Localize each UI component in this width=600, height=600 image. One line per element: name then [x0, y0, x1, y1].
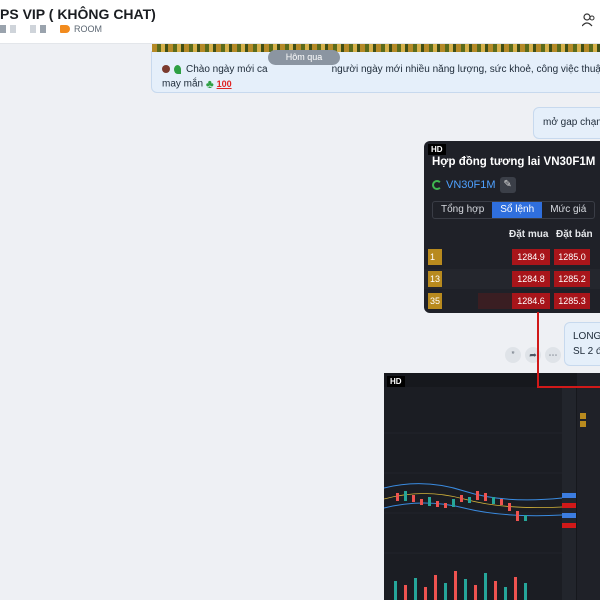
date-divider: Hôm qua — [268, 50, 340, 65]
members-icon[interactable] — [582, 12, 596, 28]
more-icon[interactable]: ⋯ — [545, 347, 561, 363]
column-header-buy: Đặt mua — [509, 229, 549, 240]
tab-bar: Tổng hợp Sổ lệnh Mức giá — [432, 201, 596, 219]
contract-code: VN30F1M — [446, 179, 496, 191]
tab-order-book: Sổ lệnh — [492, 202, 543, 218]
loading-icon — [432, 180, 442, 190]
depth-bar — [478, 293, 512, 309]
message-text: LONG — [573, 331, 600, 342]
order-row: 35 1284.6 1285.3 — [424, 291, 600, 311]
contract-title: Hợp đồng tương lai VN30F1M — [432, 156, 596, 168]
avatar-pixel — [0, 25, 6, 33]
tag-icon — [60, 25, 70, 33]
ask-cell: 1285.2 — [554, 271, 590, 287]
annotation-line — [537, 312, 539, 388]
edit-icon: ✎ — [499, 177, 516, 193]
message-text: Chào ngày mới ca — [186, 64, 268, 75]
chat-header: PS VIP ( KHÔNG CHAT) ROOM — [0, 0, 600, 44]
chart-screenshot[interactable]: HD — [384, 373, 600, 600]
tab-summary: Tổng hợp — [441, 204, 485, 215]
tab-price-level: Mức giá — [550, 204, 587, 215]
image-preview[interactable] — [152, 44, 600, 52]
chat-subtitle: ROOM — [0, 24, 102, 34]
order-book-image[interactable]: HD Hợp đồng tương lai VN30F1M VN30F1M ✎ … — [424, 141, 600, 313]
message-text: may mắn — [162, 78, 204, 90]
column-header-sell: Đặt bán — [556, 229, 593, 240]
room-label: ROOM — [74, 24, 102, 34]
avatar-pixel — [40, 25, 46, 33]
message-text: SL 2 đ — [573, 346, 600, 357]
message-bubble[interactable]: mở gap chạm — [533, 107, 600, 139]
bid-cell: 1284.9 — [512, 249, 550, 265]
annotation-line — [537, 386, 600, 388]
volume-cell: 35 — [428, 293, 442, 309]
message-actions: ” ➦ ⋯ — [505, 347, 561, 363]
ask-cell: 1285.3 — [554, 293, 590, 309]
order-row: 13 1284.8 1285.2 — [424, 269, 600, 289]
volume-cell: 13 — [428, 271, 442, 287]
order-row: 1 1284.9 1285.0 — [424, 247, 600, 267]
message-text: mở gap chạm — [543, 117, 600, 128]
candlestick-chart-image — [384, 373, 600, 600]
quote-icon[interactable]: ” — [505, 347, 521, 363]
emoji-icon — [162, 65, 170, 74]
clover-emoji-icon: ♣ — [205, 77, 214, 91]
avatar-pixel — [10, 25, 16, 33]
volume-cell: 1 — [428, 249, 442, 265]
bid-cell: 1284.6 — [512, 293, 550, 309]
message-bubble[interactable]: LONG SL 2 đ — [564, 322, 600, 366]
bid-cell: 1284.8 — [512, 271, 550, 287]
chat-title: PS VIP ( KHÔNG CHAT) — [0, 6, 156, 22]
hundred-emoji-icon: 100 — [216, 79, 232, 89]
leaf-emoji-icon — [174, 64, 181, 74]
message-bubble[interactable]: Chào ngày mới ca người ngày mới nhiều năn… — [151, 51, 600, 93]
avatar-pixel — [30, 25, 36, 33]
hd-badge: HD — [428, 144, 446, 155]
message-text: người ngày mới nhiều năng lượng, sức kho… — [331, 64, 600, 75]
ask-cell: 1285.0 — [554, 249, 590, 265]
contract-code-row: VN30F1M ✎ — [432, 177, 516, 193]
